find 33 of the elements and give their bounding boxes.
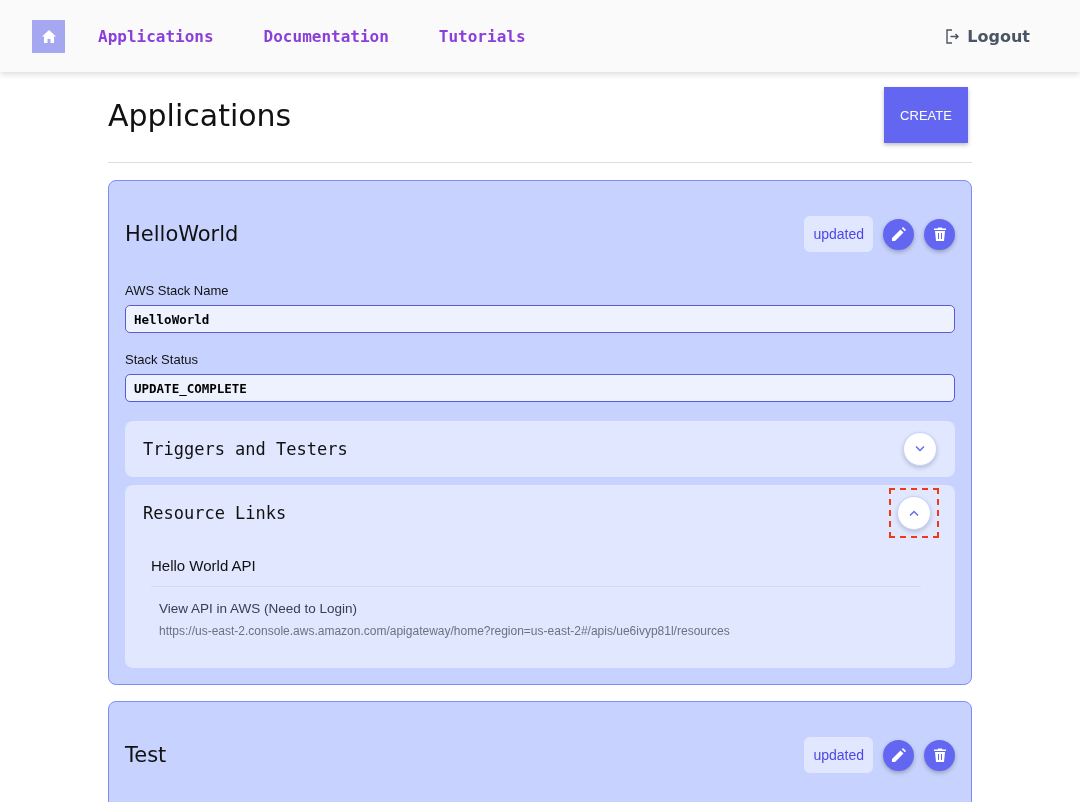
field-label: Stack Status: [125, 352, 199, 367]
chevron-up-icon: [909, 510, 919, 516]
create-button[interactable]: CREATE: [884, 87, 968, 143]
delete-button[interactable]: [924, 739, 955, 771]
status-badge: updated: [804, 216, 873, 252]
application-name: HelloWorld: [125, 222, 239, 246]
nav-link[interactable]: Applications: [98, 26, 214, 46]
page-title: Applications: [108, 97, 292, 133]
edit-button[interactable]: [883, 739, 914, 771]
resource-url: https://us-east-2.console.aws.amazon.com/apigateway/home?region=us-east-2#/apis/ue6ivyp81l/resources: [159, 624, 731, 638]
expand-toggle-button[interactable]: [897, 496, 931, 530]
accordion-title: Resource Links: [143, 503, 287, 523]
chevron-down-icon: [915, 446, 925, 452]
field-label: AWS Stack Name: [125, 283, 230, 298]
home-icon: [41, 29, 56, 43]
trash-icon: [933, 227, 946, 241]
resource-link[interactable]: View API in AWS (Need to Login): [159, 601, 921, 616]
logout-button[interactable]: Logout: [945, 26, 1030, 46]
pencil-icon: [891, 748, 906, 762]
text-field[interactable]: UPDATE_COMPLETE: [125, 374, 955, 402]
resource-heading: Hello World API: [151, 557, 921, 587]
nav-link[interactable]: Documentation: [263, 26, 389, 46]
trash-icon: [933, 748, 946, 762]
edit-button[interactable]: [883, 218, 914, 250]
pencil-icon: [891, 227, 906, 241]
expand-toggle-button[interactable]: [903, 432, 937, 466]
logout-icon: [945, 28, 960, 44]
nav-link[interactable]: Tutorials: [438, 26, 526, 46]
text-field[interactable]: HelloWorld: [125, 305, 955, 333]
accordion-title: Triggers and Testers: [143, 439, 348, 459]
application-name: Test: [125, 743, 167, 767]
status-badge: updated: [804, 737, 873, 773]
delete-button[interactable]: [924, 218, 955, 250]
